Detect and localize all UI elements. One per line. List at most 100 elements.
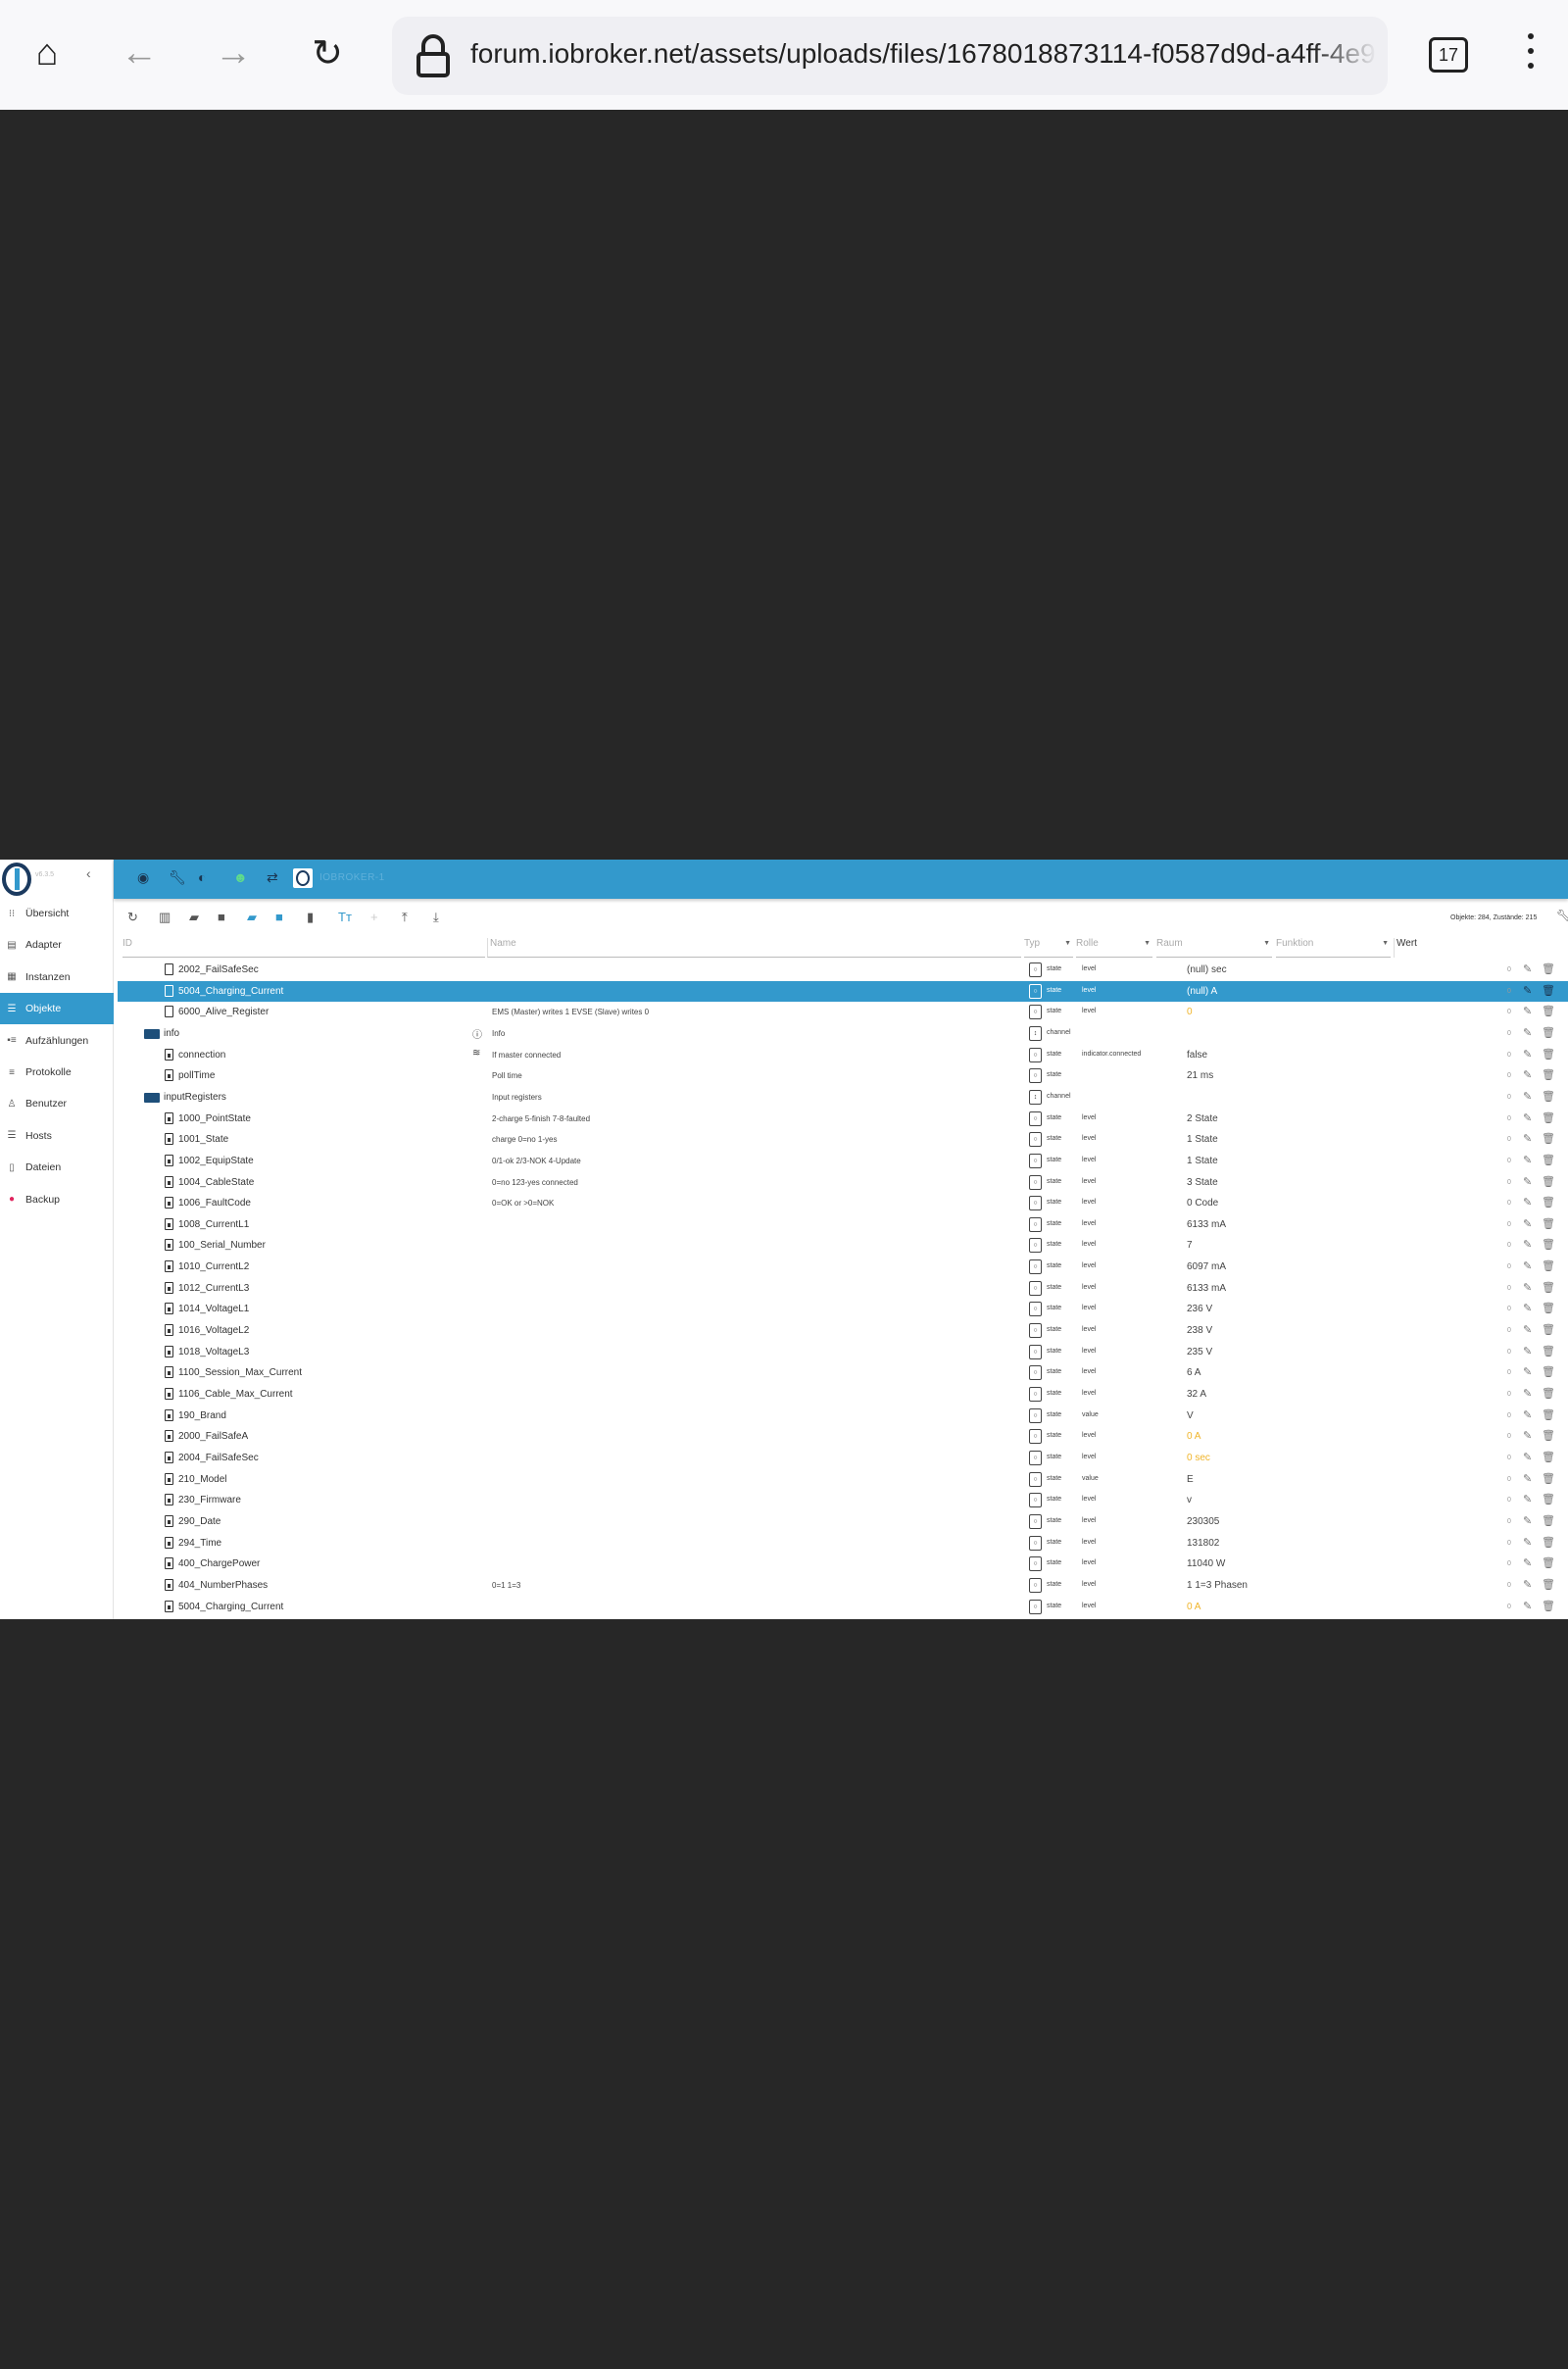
tab-count-button[interactable]: 17 [1429, 37, 1468, 73]
edit-icon[interactable]: ✎ [1523, 1154, 1532, 1166]
edit-icon[interactable]: ✎ [1523, 1429, 1532, 1442]
object-value[interactable]: 11040 W [1187, 1558, 1225, 1569]
object-value[interactable]: 21 ms [1187, 1070, 1213, 1081]
table-row[interactable]: 1014_VoltageL1 ○ state level 236 V 0 ✎ 🗑︎ [118, 1299, 1568, 1320]
trash-icon[interactable]: 🗑︎ [1542, 1090, 1555, 1103]
object-value[interactable]: 1 1=3 Phasen [1187, 1580, 1248, 1591]
trash-icon[interactable]: 🗑︎ [1542, 1217, 1555, 1230]
edit-icon[interactable]: ✎ [1523, 1132, 1532, 1145]
object-value[interactable]: 1 State [1187, 1134, 1218, 1145]
folder-open-icon[interactable]: ▰ [189, 910, 199, 925]
table-row[interactable]: 1000_PointState 2-charge 5-finish 7-8-fau… [118, 1109, 1568, 1130]
edit-icon[interactable]: ✎ [1523, 1048, 1532, 1061]
trash-icon[interactable]: 🗑︎ [1542, 1429, 1555, 1442]
edit-icon[interactable]: ✎ [1523, 1451, 1532, 1463]
edit-icon[interactable]: ✎ [1523, 1281, 1532, 1294]
trash-icon[interactable]: 🗑︎ [1542, 1281, 1555, 1294]
table-row[interactable]: 294_Time ○ state level 131802 0 ✎ 🗑︎ [118, 1533, 1568, 1555]
sidebar-item-benutzer[interactable]: ♙ Benutzer [0, 1088, 114, 1119]
eye-icon[interactable]: ◉ [137, 869, 149, 886]
folder-closed-icon[interactable]: ■ [218, 910, 225, 924]
table-row[interactable]: 5004_Charging_Current ○ state level 0 A 0 ✎ 🗑︎ [118, 1597, 1568, 1618]
trash-icon[interactable]: 🗑︎ [1542, 1493, 1555, 1505]
url-bar[interactable]: forum.iobroker.net/assets/uploads/files/… [392, 17, 1388, 95]
table-row[interactable]: connection ≋ If master connected ○ state indi… [118, 1045, 1568, 1066]
table-row[interactable]: 230_Firmware ○ state level v 0 ✎ 🗑︎ [118, 1490, 1568, 1511]
edit-icon[interactable]: ✎ [1523, 1302, 1532, 1314]
object-value[interactable]: 2 State [1187, 1113, 1218, 1124]
trash-icon[interactable]: 🗑︎ [1542, 1005, 1555, 1017]
table-row[interactable]: 404_NumberPhases 0=1 1=3 ○ state level 1 1=3 … [118, 1575, 1568, 1597]
folder-open-icon[interactable] [144, 1028, 160, 1039]
edit-icon[interactable]: ✎ [1523, 1175, 1532, 1188]
trash-icon[interactable]: 🗑︎ [1542, 1600, 1555, 1612]
object-value[interactable]: 1 State [1187, 1156, 1218, 1166]
object-value[interactable]: V [1187, 1410, 1194, 1421]
trash-icon[interactable]: 🗑︎ [1542, 1536, 1555, 1549]
trash-icon[interactable]: 🗑︎ [1542, 1068, 1555, 1081]
edit-icon[interactable]: ✎ [1523, 1196, 1532, 1209]
reload-icon[interactable]: ↻ [306, 31, 349, 74]
columns-icon[interactable]: ▥ [159, 910, 171, 925]
object-value[interactable]: 0 [1187, 1007, 1193, 1017]
edit-icon[interactable]: ✎ [1523, 1345, 1532, 1357]
object-value[interactable]: 6 A [1187, 1367, 1200, 1378]
table-row[interactable]: 1018_VoltageL3 ○ state level 235 V 0 ✎ 🗑︎ [118, 1342, 1568, 1363]
object-value[interactable]: 0 sec [1187, 1453, 1210, 1463]
edit-icon[interactable]: ✎ [1523, 984, 1532, 997]
trash-icon[interactable]: 🗑︎ [1542, 962, 1555, 975]
table-row[interactable]: 1012_CurrentL3 ○ state level 6133 mA 0 ✎ 🗑︎ [118, 1278, 1568, 1300]
object-value[interactable]: 32 A [1187, 1389, 1206, 1400]
function-filter[interactable]: Funktion ▼ [1276, 938, 1391, 958]
home-icon[interactable]: ⌂ [25, 31, 69, 74]
table-row[interactable]: pollTime Poll time ○ state 21 ms 0 ✎ 🗑︎ [118, 1065, 1568, 1087]
table-row[interactable]: inputRegisters Input registers ↕ channel 0 ✎ 🗑… [118, 1087, 1568, 1109]
level-icon[interactable]: ▮ [307, 910, 314, 925]
object-value[interactable]: 236 V [1187, 1304, 1212, 1314]
object-value[interactable]: 7 [1187, 1240, 1193, 1251]
trash-icon[interactable]: 🗑︎ [1542, 1048, 1555, 1061]
object-value[interactable]: 235 V [1187, 1347, 1212, 1357]
trash-icon[interactable]: 🗑︎ [1542, 1259, 1555, 1272]
edit-icon[interactable]: ✎ [1523, 1556, 1532, 1569]
type-filter[interactable]: Typ ▼ [1024, 938, 1073, 958]
trash-icon[interactable]: 🗑︎ [1542, 1514, 1555, 1527]
back-icon[interactable]: ← [118, 31, 161, 74]
table-row[interactable]: 5004_Charging_Current ○ state level (null) A… [118, 980, 1568, 1003]
table-row[interactable]: 2004_FailSafeSec ○ state level 0 sec 0 ✎ 🗑︎ [118, 1448, 1568, 1469]
sidebar-item-backup[interactable]: ● Backup [0, 1184, 114, 1215]
object-value[interactable]: 3 State [1187, 1177, 1218, 1188]
edit-icon[interactable]: ✎ [1523, 1387, 1532, 1400]
table-row[interactable]: 190_Brand ○ state value V 0 ✎ 🗑︎ [118, 1406, 1568, 1427]
trash-icon[interactable]: 🗑︎ [1542, 1408, 1555, 1421]
table-row[interactable]: 1016_VoltageL2 ○ state level 238 V 0 ✎ 🗑︎ [118, 1320, 1568, 1342]
object-value[interactable]: 238 V [1187, 1325, 1212, 1336]
edit-icon[interactable]: ✎ [1523, 1026, 1532, 1039]
forward-icon[interactable]: → [212, 31, 255, 74]
role-filter[interactable]: Rolle ▼ [1076, 938, 1152, 958]
expand-all-icon[interactable]: ▰ [247, 910, 257, 925]
trash-icon[interactable]: 🗑︎ [1542, 1132, 1555, 1145]
trash-icon[interactable]: 🗑︎ [1542, 1111, 1555, 1124]
trash-icon[interactable]: 🗑︎ [1542, 1365, 1555, 1378]
edit-icon[interactable]: ✎ [1523, 962, 1532, 975]
sidebar-item-adapter[interactable]: ▤ Adapter [0, 929, 114, 961]
collapse-sidebar-icon[interactable]: ‹ [86, 865, 91, 881]
sidebar-item-objekte[interactable]: ☰ Objekte [0, 993, 114, 1025]
trash-icon[interactable]: 🗑︎ [1542, 1345, 1555, 1357]
table-row[interactable]: 2002_FailSafeSec ○ state level (null) sec 0 ✎ 🗑… [118, 960, 1568, 981]
id-filter[interactable]: ID [122, 938, 485, 958]
table-row[interactable]: 2000_FailSafeA ○ state level 0 A 0 ✎ 🗑︎ [118, 1426, 1568, 1448]
edit-icon[interactable]: ✎ [1523, 1090, 1532, 1103]
object-value[interactable]: (null) A [1187, 986, 1217, 997]
sidebar-item-aufzählungen[interactable]: ▪≡ Aufzählungen [0, 1025, 114, 1057]
trash-icon[interactable]: 🗑︎ [1542, 1323, 1555, 1336]
trash-icon[interactable]: 🗑︎ [1542, 1154, 1555, 1166]
add-icon[interactable]: + [370, 910, 378, 924]
more-menu-icon[interactable] [1521, 33, 1541, 76]
wrench-icon[interactable]: 🔧︎ [169, 869, 186, 886]
edit-icon[interactable]: ✎ [1523, 1600, 1532, 1612]
edit-icon[interactable]: ✎ [1523, 1259, 1532, 1272]
trash-icon[interactable]: 🗑︎ [1542, 1451, 1555, 1463]
trash-icon[interactable]: 🗑︎ [1542, 984, 1555, 997]
